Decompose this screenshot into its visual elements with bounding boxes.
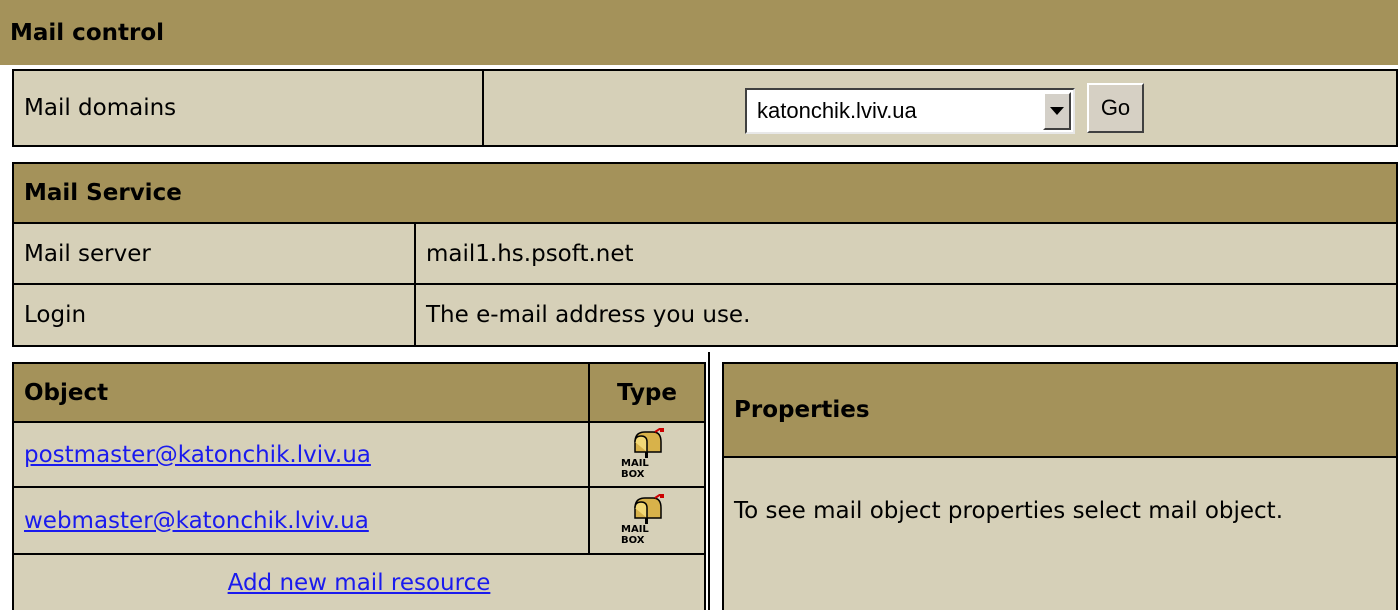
- table-row: postmaster@katonchik.lviv.ua: [12, 421, 590, 488]
- mailbox-caption: MAIL BOX: [621, 524, 649, 546]
- frame-divider: [708, 352, 710, 610]
- mailbox-caption: MAIL BOX: [621, 458, 649, 480]
- add-resource-row: Add new mail resource: [12, 553, 706, 610]
- go-button-label: Go: [1100, 95, 1131, 120]
- mail-service-title: Mail Service: [24, 180, 182, 206]
- mailbox-icon[interactable]: MAIL BOX: [621, 428, 673, 482]
- login-value: The e-mail address you use.: [426, 302, 751, 328]
- mail-object-link-webmaster[interactable]: webmaster@katonchik.lviv.ua: [24, 508, 369, 534]
- type-cell: MAIL BOX: [588, 421, 706, 488]
- mail-server-value-cell: mail1.hs.psoft.net: [414, 222, 1398, 285]
- mail-server-label: Mail server: [24, 240, 151, 267]
- properties-message: To see mail object properties select mai…: [734, 498, 1284, 524]
- mail-object-link-postmaster[interactable]: postmaster@katonchik.lviv.ua: [24, 442, 371, 468]
- go-button[interactable]: Go: [1087, 83, 1144, 133]
- properties-body: To see mail object properties select mai…: [722, 456, 1398, 610]
- mailbox-graphic: [634, 428, 664, 458]
- mail-service-header: Mail Service: [12, 162, 1398, 224]
- mail-server-label-cell: Mail server: [12, 222, 416, 285]
- login-label-cell: Login: [12, 283, 416, 347]
- mail-server-value: mail1.hs.psoft.net: [426, 240, 634, 267]
- chevron-down-icon[interactable]: [1043, 92, 1071, 130]
- mail-control-header: Mail control: [0, 0, 1398, 65]
- login-label: Login: [24, 302, 87, 328]
- type-column-title: Type: [616, 379, 677, 406]
- mailbox-icon[interactable]: MAIL BOX: [621, 494, 673, 548]
- domain-select[interactable]: katonchik.lviv.ua: [745, 88, 1075, 134]
- mailbox-graphic: [634, 494, 664, 524]
- type-column-header: Type: [588, 362, 706, 423]
- type-cell: MAIL BOX: [588, 486, 706, 555]
- add-mail-resource-link[interactable]: Add new mail resource: [228, 570, 491, 596]
- mail-domains-label: Mail domains: [24, 95, 177, 121]
- domain-select-value: katonchik.lviv.ua: [757, 98, 917, 123]
- properties-header: Properties: [722, 362, 1398, 458]
- properties-title: Properties: [734, 397, 870, 423]
- object-column-header: Object: [12, 362, 590, 423]
- mail-domains-label-cell: Mail domains: [12, 69, 484, 147]
- login-value-cell: The e-mail address you use.: [414, 283, 1398, 347]
- mail-control-title: Mail control: [10, 19, 165, 46]
- table-row: webmaster@katonchik.lviv.ua: [12, 486, 590, 555]
- object-column-title: Object: [24, 379, 109, 406]
